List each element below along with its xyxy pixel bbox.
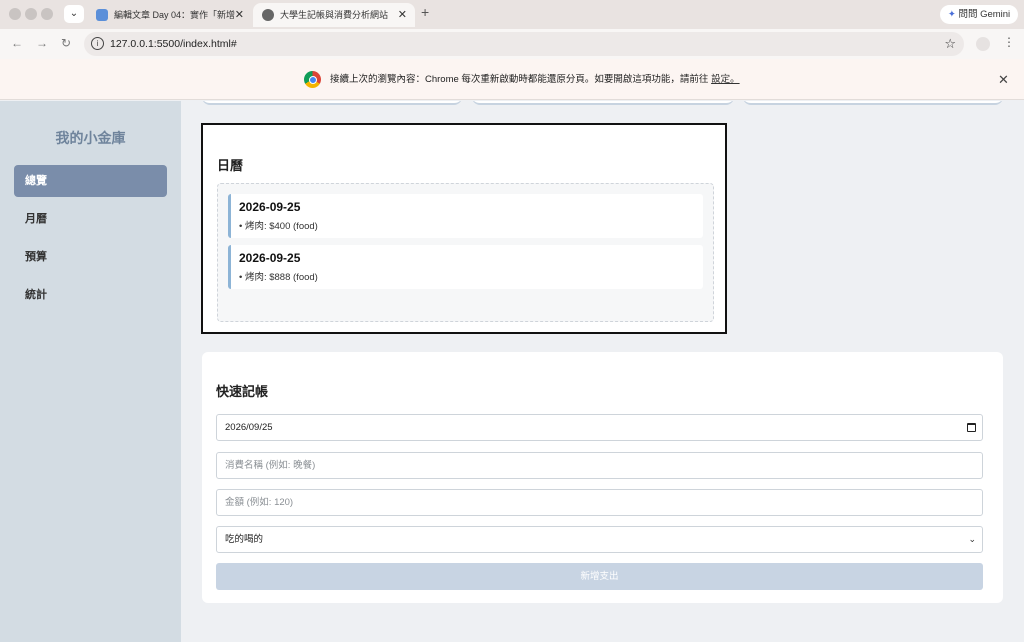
main-content: 日曆 2026-09-25 • 烤肉: $400 (food) 2026-09-… (181, 101, 1024, 642)
reload-icon[interactable]: ↻ (61, 36, 71, 50)
url-text[interactable]: 127.0.0.1:5500/index.html# (110, 32, 237, 56)
gemini-button[interactable]: ✦ 問問 Gemini (940, 5, 1018, 24)
summary-card (202, 101, 462, 105)
quick-entry-card: 快速記帳 2026/09/25 消費名稱 (例如: 晚餐) 金額 (例如: 12… (202, 352, 1003, 603)
calendar-card: 日曆 2026-09-25 • 烤肉: $400 (food) 2026-09-… (201, 123, 727, 334)
tab-title: 編輯文章 Day 04：實作「新增 (114, 10, 236, 20)
calendar-entry-list: 2026-09-25 • 烤肉: $400 (food) 2026-09-25 … (217, 183, 714, 322)
infobar-text: 接續上次的瀏覽內容：Chrome 每次重新啟動時都能還原分頁。如要開啟這項功能，… (330, 59, 740, 100)
browser-menu-icon[interactable]: ⋮ (1003, 35, 1015, 49)
summary-card (472, 101, 734, 105)
window-maximize-control[interactable] (41, 8, 53, 20)
calendar-picker-icon[interactable] (967, 423, 976, 432)
expense-name-input[interactable]: 消費名稱 (例如: 晚餐) (216, 452, 983, 479)
tab-title: 大學生記帳與消費分析網站 (280, 10, 389, 20)
gemini-label: 問問 Gemini (958, 9, 1011, 20)
brand-title: 我的小金庫 (55, 130, 126, 146)
calendar-entry[interactable]: 2026-09-25 • 烤肉: $888 (food) (228, 245, 703, 289)
chevron-down-icon: ⌄ (968, 534, 976, 544)
tab-finance-site[interactable]: 大學生記帳與消費分析網站 ✕ (253, 3, 415, 27)
site-info-icon[interactable]: i (91, 37, 104, 50)
tab-close-icon[interactable]: ✕ (235, 3, 244, 27)
chrome-logo-icon (304, 71, 321, 88)
bookmark-star-icon[interactable]: ☆ (944, 32, 956, 56)
window-minimize-control[interactable] (25, 8, 37, 20)
infobar-message: 接續上次的瀏覽內容：Chrome 每次重新啟動時都能還原分頁。如要開啟這項功能，… (330, 74, 709, 85)
sidebar-item-budget[interactable]: 預算 (14, 241, 167, 273)
forward-arrow-icon[interactable]: → (36, 36, 48, 50)
category-select[interactable]: 吃的喝的 ⌄ (216, 526, 983, 553)
blog-favicon-icon (96, 9, 108, 21)
window-close-control[interactable] (9, 8, 21, 20)
sidebar: 我的小金庫 總覽 月曆 預算 統計 (0, 101, 181, 642)
globe-favicon-icon (262, 9, 274, 21)
sidebar-item-overview[interactable]: 總覽 (14, 165, 167, 197)
settings-link[interactable]: 設定。 (711, 74, 740, 85)
summary-card (743, 101, 1003, 105)
address-bar[interactable]: i 127.0.0.1:5500/index.html# ☆ (84, 32, 964, 56)
restore-tabs-infobar: 接續上次的瀏覽內容：Chrome 每次重新啟動時都能還原分頁。如要開啟這項功能，… (0, 59, 1024, 100)
browser-toolbar: ← → ↻ i 127.0.0.1:5500/index.html# ☆ ⋮ (0, 29, 1024, 59)
tab-search-chevron-icon[interactable]: ⌄ (64, 5, 84, 23)
gemini-sparkle-icon: ✦ (947, 9, 956, 20)
new-tab-plus-icon[interactable]: + (421, 4, 429, 20)
browser-tab-strip: ⌄ 編輯文章 Day 04：實作「新增 ✕ 大學生記帳與消費分析網站 ✕ + ✦… (0, 0, 1024, 29)
amount-input[interactable]: 金額 (例如: 120) (216, 489, 983, 516)
quick-entry-title: 快速記帳 (216, 384, 269, 399)
back-arrow-icon[interactable]: ← (11, 36, 23, 50)
entry-item: • 烤肉: $400 (food) (239, 221, 318, 232)
entry-date: 2026-09-25 (239, 251, 301, 265)
sidebar-item-calendar[interactable]: 月曆 (14, 203, 167, 235)
infobar-close-icon[interactable]: ✕ (998, 59, 1009, 100)
calendar-title: 日曆 (217, 158, 244, 173)
tab-close-icon[interactable]: ✕ (398, 3, 407, 27)
tab-blog-editor[interactable]: 編輯文章 Day 04：實作「新增 ✕ (87, 3, 252, 27)
add-expense-button[interactable]: 新增支出 (216, 563, 983, 590)
entry-date: 2026-09-25 (239, 200, 301, 214)
date-input[interactable]: 2026/09/25 (216, 414, 983, 441)
date-value: 2026/09/25 (225, 422, 273, 433)
calendar-entry[interactable]: 2026-09-25 • 烤肉: $400 (food) (228, 194, 703, 238)
entry-item: • 烤肉: $888 (food) (239, 272, 318, 283)
category-value: 吃的喝的 (225, 534, 264, 545)
profile-avatar[interactable] (976, 37, 990, 51)
sidebar-item-statistics[interactable]: 統計 (14, 279, 167, 311)
